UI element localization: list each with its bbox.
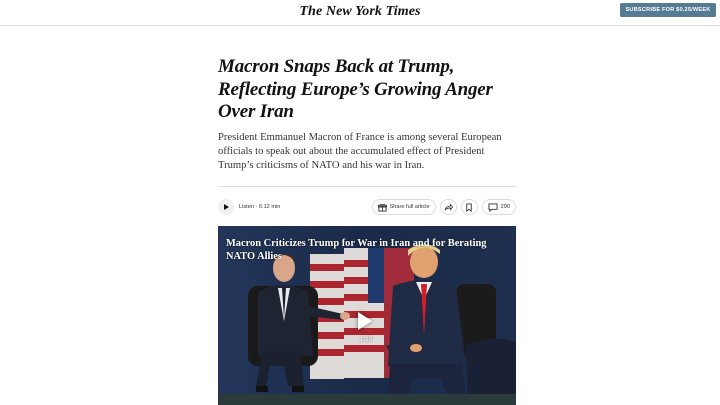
bookmark-icon: [465, 202, 473, 212]
article-actions: Share full article 290: [371, 197, 516, 217]
article-summary: President Emmanuel Macron of France is a…: [218, 131, 502, 172]
gift-icon: [377, 203, 387, 212]
subscribe-button[interactable]: SUBSCRIBE FOR $0.25/WEEK: [620, 3, 716, 17]
video-title: Macron Criticizes Trump for War in Iran …: [226, 238, 487, 262]
nyt-logo[interactable]: The New York Times: [0, 4, 720, 20]
listen-control[interactable]: Listen · 6:12 min: [218, 197, 280, 217]
comment-icon: [488, 202, 498, 212]
top-bar: The New York Times SUBSCRIBE FOR $0.25/W…: [0, 0, 720, 26]
share-full-article-button[interactable]: Share full article: [371, 199, 436, 215]
listen-play-button[interactable]: [218, 199, 234, 215]
share-icon: [444, 202, 453, 212]
video-play-button[interactable]: [352, 308, 378, 334]
comments-button[interactable]: 290: [481, 199, 516, 215]
comments-count: 290: [500, 204, 510, 210]
headline: Macron Snaps Back at Trump, Reflecting E…: [218, 56, 493, 122]
article-header: Macron Snaps Back at Trump, Reflecting E…: [218, 56, 516, 173]
play-icon: [358, 312, 372, 330]
save-button[interactable]: [460, 199, 478, 215]
video-player[interactable]: Macron Criticizes Trump for War in Iran …: [218, 226, 516, 405]
video-duration: 1:19: [359, 336, 373, 343]
share-button[interactable]: [439, 199, 457, 215]
listen-label: Listen · 6:12 min: [239, 204, 281, 210]
play-icon: [224, 204, 229, 210]
share-full-article-label: Share full article: [389, 204, 430, 210]
article-toolbar: Listen · 6:12 min Share full article 290: [218, 186, 516, 224]
